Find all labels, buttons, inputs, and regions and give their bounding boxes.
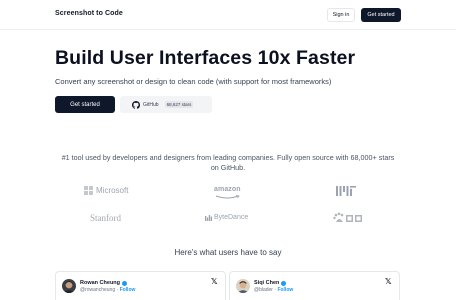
amazon-smile-icon [215,195,240,199]
handle-separator: · [116,287,119,293]
github-stars-count: 68,627 stars [164,101,194,108]
author-name: Siqi Chen [254,280,287,286]
handle-separator: · [274,287,277,293]
author-name: Rowan Cheung [80,280,128,286]
author-handle[interactable]: @rowancheung [80,287,115,293]
stanford-logo: Stanford [90,213,121,223]
testimonial-card[interactable]: Siqi Chen @blader · Follow 𝕏 [229,271,400,300]
follow-link[interactable]: Follow [120,287,136,293]
x-logo-icon[interactable]: 𝕏 [385,278,393,286]
microsoft-wordmark: Microsoft [96,186,129,195]
author-name-text: Rowan Cheung [80,280,121,286]
social-proof-text: #1 tool used by developers and designers… [61,153,395,172]
microsoft-grid-icon [84,186,93,195]
hero-subtitle: Convert any screenshot or design to clea… [55,77,332,86]
author-handle-row: @rowancheung · Follow [80,287,135,293]
author-name-text: Siqi Chen [254,280,280,286]
hero-title: Build User Interfaces 10x Faster [55,47,356,69]
hero-get-started-button[interactable]: Get started [55,96,115,113]
x-logo-icon[interactable]: 𝕏 [211,278,219,286]
top-navbar: Screenshot to Code Sign in Get started [0,0,456,30]
verified-badge-icon [281,280,287,286]
testimonial-card[interactable]: Rowan Cheung @rowancheung · Follow 𝕏 [55,271,226,300]
bytedance-icon [205,214,212,221]
github-icon [132,100,140,109]
baidu-logo [333,212,362,222]
follow-link[interactable]: Follow [277,287,293,293]
author-handle-row: @blader · Follow [254,287,293,293]
avatar [62,279,76,293]
mit-logo [336,186,356,196]
brand-logo[interactable]: Screenshot to Code [55,10,123,17]
github-stars-button[interactable]: GitHub 68,627 stars [120,96,212,113]
bytedance-wordmark: ByteDance [214,214,249,221]
avatar [236,279,250,293]
bytedance-logo: ByteDance [205,214,248,221]
header-get-started-button[interactable]: Get started [361,8,401,22]
testimonials-heading: Here's what users have to say [174,248,282,257]
sign-in-button[interactable]: Sign in [327,8,355,22]
github-label: GitHub [143,101,159,108]
amazon-logo: amazon [214,186,241,193]
microsoft-logo: Microsoft [84,186,128,195]
verified-badge-icon [122,280,128,286]
author-handle[interactable]: @blader [254,287,273,293]
